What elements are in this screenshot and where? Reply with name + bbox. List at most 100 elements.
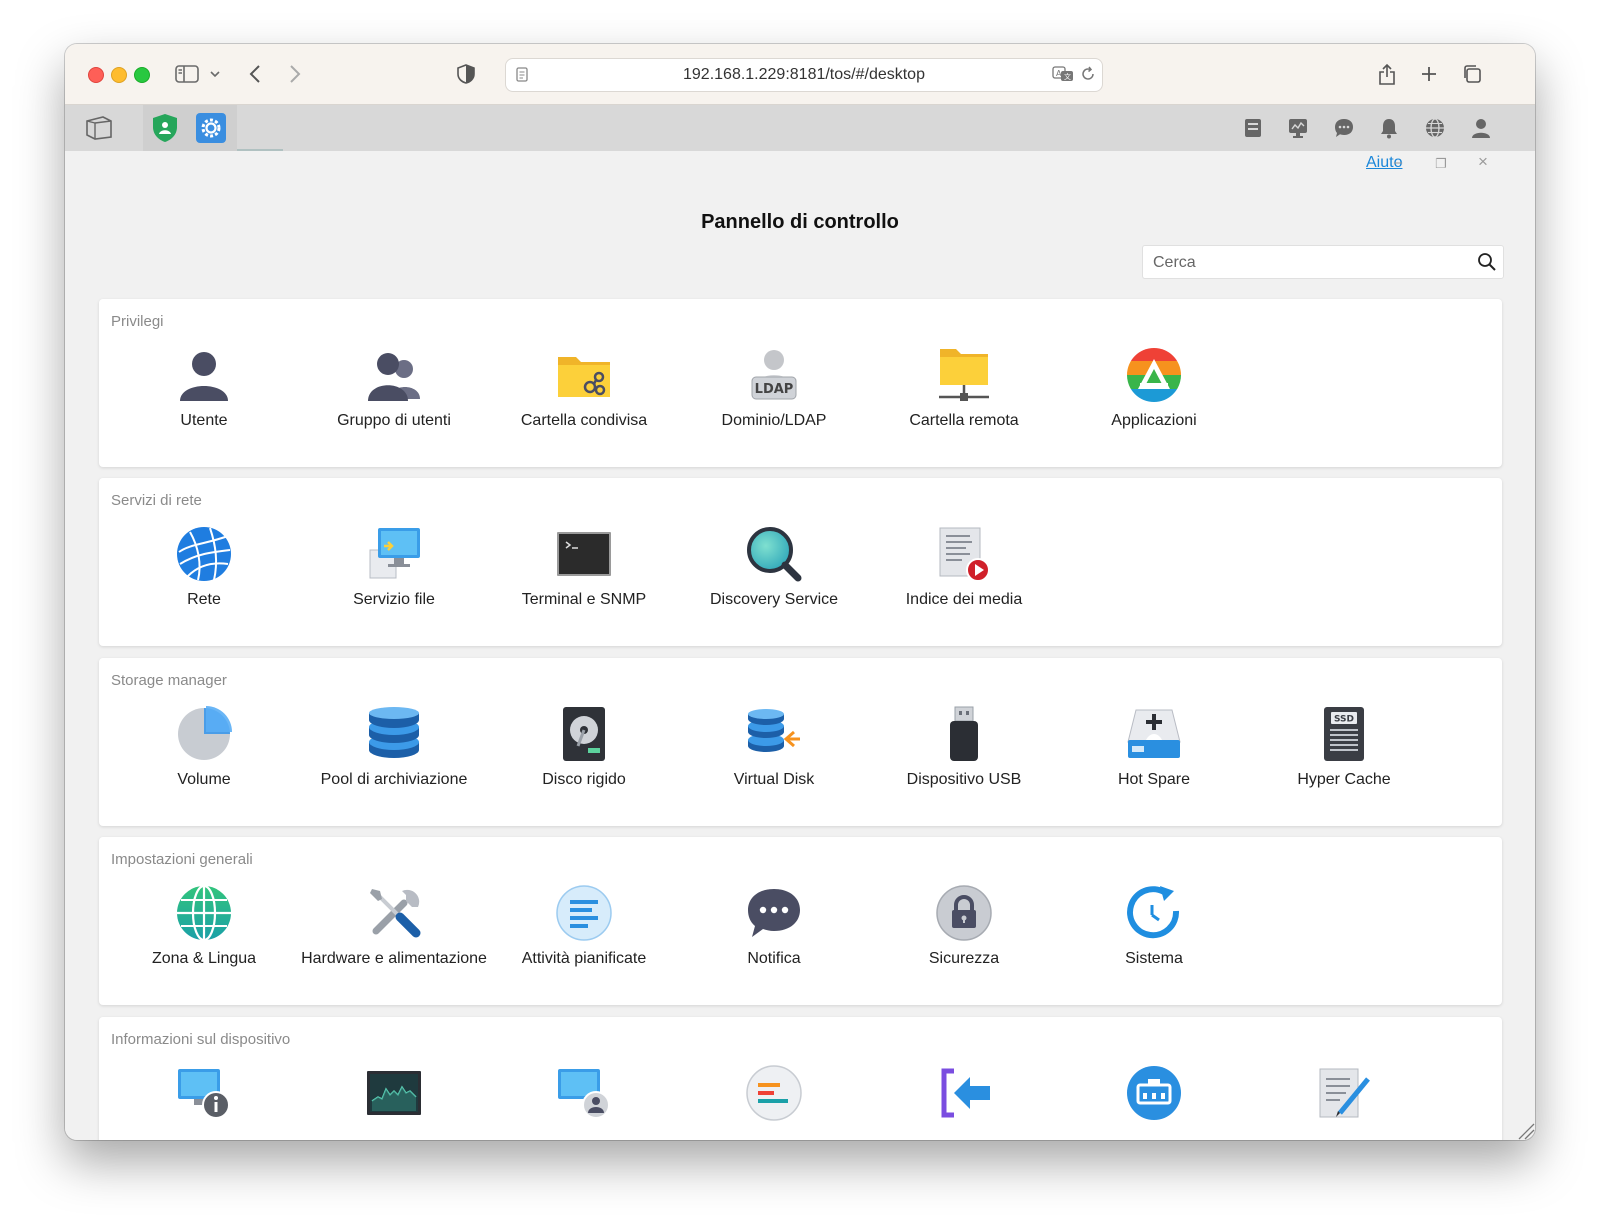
magnifier-icon xyxy=(746,526,802,582)
forward-arrow-icon[interactable] xyxy=(285,60,305,88)
item-label: Notifica xyxy=(747,950,801,967)
zoom-window-button[interactable] xyxy=(134,67,150,83)
reload-icon[interactable] xyxy=(1080,66,1096,87)
item-dispositivo-usb[interactable]: Dispositivo USB xyxy=(869,706,1059,796)
item-virtual-disk[interactable]: Virtual Disk xyxy=(679,706,869,796)
security-app-icon[interactable] xyxy=(149,112,181,144)
item-label: Indice dei media xyxy=(905,591,1023,608)
close-window-button[interactable] xyxy=(88,67,104,83)
item-hyper-cache[interactable]: SSD Hyper Cache xyxy=(1249,706,1439,796)
item-notifica[interactable]: Notifica xyxy=(679,885,869,975)
item-attivita-pianificate[interactable]: Attività pianificate xyxy=(489,885,679,975)
section-title: Servizi di rete xyxy=(111,492,202,509)
item-cartella-condivisa[interactable]: Cartella condivisa xyxy=(489,347,679,437)
item-dominio-ldap[interactable]: LDAP Dominio/LDAP xyxy=(679,347,869,437)
item-label: Disco rigido xyxy=(542,771,626,788)
share-icon[interactable] xyxy=(1375,60,1399,88)
scheduled-tasks-icon xyxy=(556,885,612,941)
item-pool-di-archiviazione[interactable]: Pool di archiviazione xyxy=(299,706,489,796)
address-bar[interactable]: 192.168.1.229:8181/tos/#/desktop A文 xyxy=(505,58,1103,92)
item-hot-spare[interactable]: Hot Spare xyxy=(1059,706,1249,796)
item-cartella-remota[interactable]: Cartella remota xyxy=(869,347,1059,437)
control-panel-window: Aiuto – ❐ × Pannello di controllo Privil… xyxy=(65,151,1535,1140)
item-label: Discovery Service xyxy=(709,591,839,608)
item-label: Hot Spare xyxy=(1117,771,1191,788)
page-title: Pannello di controllo xyxy=(701,211,899,233)
item-utente[interactable]: Utente xyxy=(109,347,299,437)
back-arrow-icon[interactable] xyxy=(245,60,265,88)
translate-icon[interactable]: A文 xyxy=(1052,66,1074,87)
item-zona-lingua[interactable]: Zona & Lingua xyxy=(109,884,299,975)
hard-disk-icon xyxy=(556,706,612,762)
item-label: Applicazioni xyxy=(1111,412,1197,429)
item-label: Rete xyxy=(187,591,221,608)
search-icon[interactable] xyxy=(1477,252,1497,277)
usb-drive-icon xyxy=(936,706,992,762)
new-tab-icon[interactable] xyxy=(1417,60,1441,88)
item-resource-monitor[interactable] xyxy=(299,1065,489,1140)
item-volume[interactable]: Volume xyxy=(109,706,299,796)
bell-icon[interactable] xyxy=(1373,112,1405,144)
item-applicazioni[interactable]: Applicazioni xyxy=(1059,347,1249,437)
section-title: Storage manager xyxy=(111,672,227,689)
item-online-users[interactable] xyxy=(489,1065,679,1140)
user-account-icon[interactable] xyxy=(1465,112,1497,144)
app-minimize-button[interactable]: – xyxy=(1390,154,1406,171)
item-network-device[interactable] xyxy=(1059,1065,1249,1140)
item-label: Hardware e alimentazione xyxy=(301,950,487,967)
media-index-icon xyxy=(936,526,992,582)
item-label: Attività pianificate xyxy=(521,950,647,967)
item-label: Zona & Lingua xyxy=(151,950,257,967)
tab-overview-icon[interactable] xyxy=(1460,60,1484,88)
sidebar-toggle-icon[interactable] xyxy=(173,60,201,88)
app-restore-button[interactable]: ❐ xyxy=(1433,156,1449,172)
item-discovery-service[interactable]: Discovery Service xyxy=(679,526,869,616)
item-rete[interactable]: Rete xyxy=(109,526,299,616)
search-box xyxy=(1142,245,1504,279)
item-sicurezza[interactable]: Sicurezza xyxy=(869,885,1059,975)
item-label: Sicurezza xyxy=(928,950,1000,967)
usb-eject-icon[interactable] xyxy=(1237,112,1269,144)
item-device-info[interactable] xyxy=(109,1065,299,1140)
tools-icon xyxy=(366,885,422,941)
browser-toolbar: 192.168.1.229:8181/tos/#/desktop A文 xyxy=(65,44,1535,105)
privacy-shield-icon[interactable] xyxy=(455,60,477,88)
section-privilegi: Privilegi Utente Gruppo di utenti Cartel… xyxy=(99,299,1502,467)
shared-folder-icon xyxy=(556,347,612,403)
item-label: Gruppo di utenti xyxy=(337,412,451,429)
ssd-badge: SSD xyxy=(1334,715,1354,725)
section-informazioni-sul-dispositivo: Informazioni sul dispositivo xyxy=(99,1017,1502,1140)
desktop-toggle-icon[interactable] xyxy=(83,112,115,144)
minimize-window-button[interactable] xyxy=(111,67,127,83)
item-label: Utente xyxy=(180,412,228,429)
app-close-button[interactable]: × xyxy=(1475,152,1491,172)
item-label: Cartella remota xyxy=(909,412,1019,429)
item-logs[interactable] xyxy=(679,1065,869,1140)
item-terminal-e-snmp[interactable]: Terminal e SNMP xyxy=(489,526,679,616)
item-label: Dominio/LDAP xyxy=(721,412,827,429)
resize-handle[interactable] xyxy=(1515,1120,1535,1140)
resource-monitor-taskbar-icon[interactable] xyxy=(1282,112,1314,144)
section-storage-manager: Storage manager Volume Pool di archiviaz… xyxy=(99,658,1502,826)
ssd-icon: SSD xyxy=(1316,706,1372,762)
browser-window: 192.168.1.229:8181/tos/#/desktop A文 Aiut… xyxy=(65,44,1535,1140)
import-arrow-icon xyxy=(936,1065,992,1121)
virtual-disk-icon xyxy=(746,706,802,762)
item-edit-document[interactable] xyxy=(1249,1065,1439,1140)
chevron-down-icon[interactable] xyxy=(207,60,223,88)
item-indice-dei-media[interactable]: Indice dei media xyxy=(869,526,1059,616)
item-import[interactable] xyxy=(869,1065,1059,1140)
item-hardware-e-alimentazione[interactable]: Hardware e alimentazione xyxy=(299,885,489,975)
section-title: Impostazioni generali xyxy=(111,851,253,868)
item-disco-rigido[interactable]: Disco rigido xyxy=(489,706,679,796)
item-label: Servizio file xyxy=(353,591,435,608)
section-servizi-di-rete: Servizi di rete Rete Servizio file Termi… xyxy=(99,478,1502,646)
item-servizio-file[interactable]: Servizio file xyxy=(299,526,489,616)
ldap-icon: LDAP xyxy=(746,347,802,403)
language-globe-icon[interactable] xyxy=(1419,112,1451,144)
control-panel-app-icon[interactable] xyxy=(195,112,227,144)
item-gruppo-di-utenti[interactable]: Gruppo di utenti xyxy=(299,347,489,437)
search-input[interactable] xyxy=(1151,250,1465,276)
item-sistema[interactable]: Sistema xyxy=(1059,885,1249,975)
messages-icon[interactable] xyxy=(1328,112,1360,144)
